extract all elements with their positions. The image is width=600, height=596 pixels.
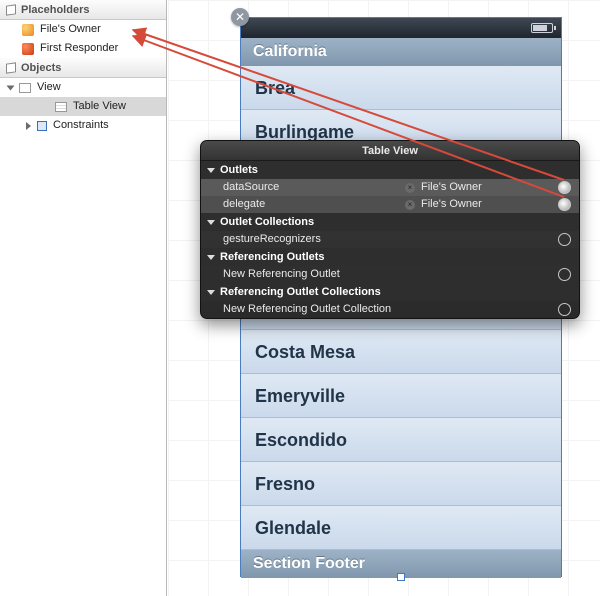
connection-well-icon[interactable] — [558, 303, 571, 316]
table-cell[interactable]: Escondido — [241, 418, 561, 462]
remove-connection-icon[interactable]: × — [405, 183, 415, 193]
section-header-label: Placeholders — [21, 0, 89, 20]
status-bar — [241, 18, 561, 38]
outline-row-label: Constraints — [53, 116, 109, 135]
connection-well-icon[interactable] — [558, 268, 571, 281]
placeholders-section-header: Placeholders — [0, 0, 166, 20]
hud-group-label: Outlets — [220, 161, 258, 179]
disclosure-triangle-icon — [207, 168, 215, 173]
connection-well-icon[interactable] — [558, 181, 571, 194]
connection-well-icon[interactable] — [558, 198, 571, 211]
outline-row-label: View — [37, 78, 61, 97]
hud-row-value: File's Owner — [421, 196, 558, 213]
table-cell[interactable]: Costa Mesa — [241, 330, 561, 374]
outline-row-constraints[interactable]: Constraints — [0, 116, 166, 135]
document-outline: Placeholders File's Owner First Responde… — [0, 0, 167, 596]
close-icon[interactable]: ✕ — [231, 8, 249, 26]
hud-row-value: File's Owner — [421, 179, 558, 196]
cube-icon — [6, 4, 16, 15]
table-section-header: California — [241, 38, 561, 66]
connection-well-icon[interactable] — [558, 233, 571, 246]
constraints-icon — [37, 121, 47, 131]
outline-row-label: First Responder — [40, 39, 118, 58]
table-cell[interactable]: Fresno — [241, 462, 561, 506]
disclosure-triangle-icon[interactable] — [26, 122, 31, 130]
view-icon — [19, 83, 31, 93]
hud-group-header[interactable]: Outlet Collections — [201, 213, 579, 231]
hud-connection-row[interactable]: gestureRecognizers — [201, 231, 579, 248]
table-view-icon — [55, 102, 67, 112]
hud-row-label: New Referencing Outlet Collection — [223, 301, 405, 318]
disclosure-triangle-icon — [207, 220, 215, 225]
resize-handle-bottom[interactable] — [397, 573, 405, 581]
table-cell[interactable]: Emeryville — [241, 374, 561, 418]
outline-row-table-view[interactable]: Table View — [0, 97, 166, 116]
hud-title: Table View — [201, 141, 579, 161]
remove-connection-icon[interactable]: × — [405, 200, 415, 210]
hud-group-label: Referencing Outlet Collections — [220, 283, 381, 301]
hud-group-header[interactable]: Outlets — [201, 161, 579, 179]
hud-connection-row[interactable]: New Referencing Outlet — [201, 266, 579, 283]
hud-row-label: New Referencing Outlet — [223, 266, 405, 283]
outline-row-files-owner[interactable]: File's Owner — [0, 20, 166, 39]
objects-section-header: Objects — [0, 58, 166, 78]
hud-row-label: delegate — [223, 196, 405, 213]
hud-body: OutletsdataSource× File's Owner delegate× F… — [201, 161, 579, 318]
hud-connection-row[interactable]: New Referencing Outlet Collection — [201, 301, 579, 318]
hud-connection-row[interactable]: delegate× File's Owner — [201, 196, 579, 213]
hud-group-label: Outlet Collections — [220, 213, 314, 231]
first-responder-icon — [22, 43, 34, 55]
cube-icon — [6, 62, 16, 73]
hud-connection-row[interactable]: dataSource× File's Owner — [201, 179, 579, 196]
hud-row-label: gestureRecognizers — [223, 231, 405, 248]
table-cell[interactable]: Brea — [241, 66, 561, 110]
hud-group-header[interactable]: Referencing Outlets — [201, 248, 579, 266]
outline-row-label: Table View — [73, 97, 126, 116]
disclosure-triangle-icon — [207, 290, 215, 295]
outline-row-label: File's Owner — [40, 20, 101, 39]
section-header-label: Objects — [21, 58, 61, 78]
table-cell[interactable]: Glendale — [241, 506, 561, 550]
outline-row-first-responder[interactable]: First Responder — [0, 39, 166, 58]
battery-icon — [531, 23, 553, 33]
outline-row-view[interactable]: View — [0, 78, 166, 97]
hud-row-label: dataSource — [223, 179, 405, 196]
disclosure-triangle-icon — [207, 255, 215, 260]
files-owner-icon — [22, 24, 34, 36]
disclosure-triangle-icon[interactable] — [7, 85, 15, 90]
connections-hud[interactable]: Table View OutletsdataSource× File's Owne… — [200, 140, 580, 319]
hud-group-label: Referencing Outlets — [220, 248, 325, 266]
hud-group-header[interactable]: Referencing Outlet Collections — [201, 283, 579, 301]
